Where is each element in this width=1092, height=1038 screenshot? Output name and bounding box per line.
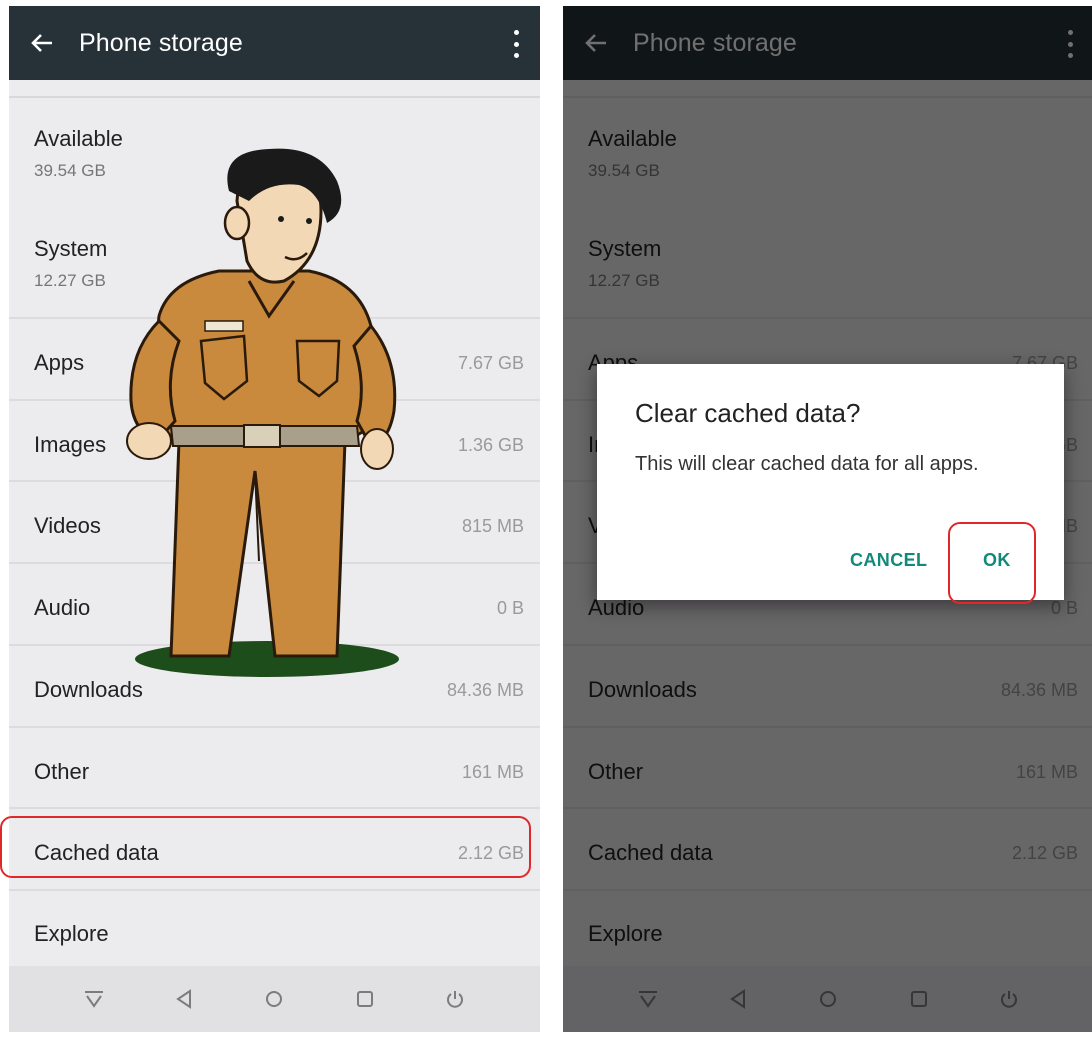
navigation-bar [9,966,540,1032]
app-bar: Phone storage [9,6,540,80]
row-value: 7.67 GB [457,353,524,373]
storage-row-explore[interactable]: Explore [9,919,540,955]
divider [9,96,540,98]
dialog-title: Clear cached data? [635,398,861,428]
row-label: System [34,236,108,261]
cached-data-highlight [0,816,531,878]
arrow-left-icon[interactable] [31,32,53,54]
divider [9,807,540,809]
page-title: Phone storage [79,28,243,57]
back-triangle-icon[interactable] [169,984,199,1014]
divider [9,726,540,728]
row-value: 1.36 GB [457,435,524,455]
row-value: 12.27 GB [34,271,106,290]
storage-row-other[interactable]: Other 161 MB [9,757,540,793]
row-label: Images [34,432,107,457]
row-label: Audio [34,595,91,620]
phone-storage-screen: Phone storage Available 39.54 GB System … [9,6,540,1032]
recents-square-icon[interactable] [350,984,380,1014]
row-label: Explore [34,921,109,946]
row-value: 815 MB [461,516,524,536]
row-value: 39.54 GB [34,161,106,180]
phone-storage-dialog-screen: Phone storage Available 39.54 GB System … [563,6,1092,1032]
mascot-illustration [126,148,399,677]
row-value: 0 B [496,598,524,618]
row-value: 161 MB [461,762,524,782]
divider [9,889,540,891]
row-label: Videos [34,513,101,538]
ok-button-highlight [948,522,1036,604]
cancel-button[interactable]: CANCEL [850,550,927,571]
home-circle-icon[interactable] [259,984,289,1014]
dialog-message: This will clear cached data for all apps… [635,453,979,475]
row-label: Other [34,759,90,784]
hide-bar-icon[interactable] [79,984,109,1014]
row-value: 84.36 MB [446,680,524,700]
power-icon[interactable] [440,984,470,1014]
overflow-menu-icon[interactable] [506,30,526,58]
row-label: Apps [34,350,85,375]
